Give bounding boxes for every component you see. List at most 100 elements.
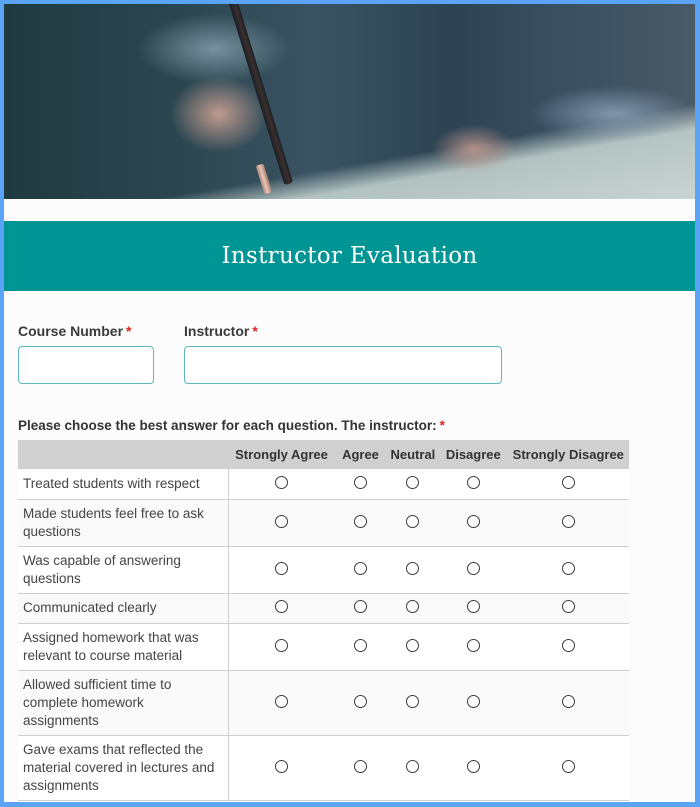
radio-strongly-agree[interactable] bbox=[275, 694, 289, 708]
radio-cell bbox=[439, 623, 508, 671]
row-statement: Communicated clearly bbox=[18, 593, 229, 624]
radio-cell bbox=[386, 469, 440, 500]
radio-cell bbox=[507, 469, 630, 500]
radio-cell bbox=[228, 670, 335, 736]
radio-cell bbox=[439, 593, 508, 624]
radio-agree[interactable] bbox=[354, 759, 367, 773]
radio-strongly-agree[interactable] bbox=[275, 475, 289, 489]
radio-neutral[interactable] bbox=[406, 694, 420, 708]
radio-cell bbox=[386, 593, 440, 624]
radio-cell bbox=[439, 499, 508, 547]
matrix-row: Treated students with respect bbox=[18, 469, 630, 500]
radio-neutral[interactable] bbox=[406, 475, 420, 489]
radio-agree[interactable] bbox=[354, 514, 367, 528]
course-number-input[interactable] bbox=[18, 346, 154, 384]
column-header: Strongly Disagree bbox=[507, 440, 630, 469]
radio-agree[interactable] bbox=[354, 475, 367, 489]
radio-cell bbox=[439, 546, 508, 594]
radio-cell bbox=[507, 735, 630, 801]
radio-strongly-agree[interactable] bbox=[275, 514, 289, 528]
radio-neutral[interactable] bbox=[406, 514, 420, 528]
radio-strongly-disagree[interactable] bbox=[561, 475, 575, 489]
radio-cell bbox=[439, 735, 508, 801]
column-header: Neutral bbox=[386, 440, 440, 469]
radio-cell bbox=[334, 469, 387, 500]
radio-agree[interactable] bbox=[354, 600, 367, 613]
required-asterisk: * bbox=[126, 323, 132, 339]
radio-disagree[interactable] bbox=[466, 638, 480, 652]
radio-cell bbox=[386, 735, 440, 801]
matrix-question-label: Please choose the best answer for each q… bbox=[18, 418, 445, 433]
required-asterisk: * bbox=[252, 323, 258, 339]
row-statement: Gave exams that reflected the material c… bbox=[18, 735, 229, 801]
radio-cell bbox=[228, 735, 335, 801]
radio-cell bbox=[228, 546, 335, 594]
matrix-body: Treated students with respect Made studen… bbox=[18, 469, 630, 801]
radio-strongly-disagree[interactable] bbox=[561, 638, 575, 652]
matrix-question-text: Please choose the best answer for each q… bbox=[18, 418, 437, 433]
radio-cell bbox=[228, 623, 335, 671]
pen-tip-image-detail bbox=[255, 163, 273, 195]
course-number-label: Course Number * bbox=[18, 323, 131, 339]
radio-disagree[interactable] bbox=[466, 600, 480, 613]
radio-strongly-agree[interactable] bbox=[275, 600, 289, 613]
radio-cell bbox=[386, 623, 440, 671]
radio-cell bbox=[334, 593, 387, 624]
radio-strongly-agree[interactable] bbox=[275, 759, 289, 773]
radio-strongly-disagree[interactable] bbox=[561, 759, 575, 773]
radio-cell bbox=[507, 546, 630, 594]
matrix-row: Was capable of answering questions bbox=[18, 546, 630, 594]
column-header: Strongly Agree bbox=[228, 440, 335, 469]
column-header: Disagree bbox=[439, 440, 508, 469]
radio-strongly-disagree[interactable] bbox=[561, 514, 575, 528]
radio-disagree[interactable] bbox=[466, 561, 480, 575]
column-header: Agree bbox=[334, 440, 387, 469]
radio-cell bbox=[228, 593, 335, 624]
radio-cell bbox=[507, 623, 630, 671]
radio-cell bbox=[334, 623, 387, 671]
radio-strongly-disagree[interactable] bbox=[561, 561, 575, 575]
radio-agree[interactable] bbox=[354, 694, 367, 708]
radio-disagree[interactable] bbox=[466, 759, 480, 773]
matrix-header-row: Strongly Agree Agree Neutral Disagree St… bbox=[18, 440, 630, 469]
header-image bbox=[4, 4, 695, 199]
radio-cell bbox=[439, 670, 508, 736]
radio-strongly-disagree[interactable] bbox=[561, 600, 575, 613]
radio-cell bbox=[386, 499, 440, 547]
radio-cell bbox=[439, 469, 508, 500]
radio-agree[interactable] bbox=[354, 638, 367, 652]
instructor-input[interactable] bbox=[184, 346, 502, 384]
instructor-label: Instructor * bbox=[184, 323, 258, 339]
radio-strongly-agree[interactable] bbox=[275, 561, 289, 575]
title-banner: Instructor Evaluation bbox=[4, 221, 695, 291]
radio-cell bbox=[334, 546, 387, 594]
radio-strongly-agree[interactable] bbox=[275, 638, 289, 652]
required-asterisk: * bbox=[439, 418, 445, 433]
radio-cell bbox=[334, 670, 387, 736]
radio-cell bbox=[334, 499, 387, 547]
radio-neutral[interactable] bbox=[406, 759, 420, 773]
radio-cell bbox=[507, 499, 630, 547]
matrix-row: Communicated clearly bbox=[18, 593, 630, 624]
radio-strongly-disagree[interactable] bbox=[561, 694, 575, 708]
radio-cell bbox=[228, 499, 335, 547]
matrix-header-blank bbox=[18, 440, 229, 469]
row-statement: Made students feel free to ask questions bbox=[18, 499, 229, 547]
radio-disagree[interactable] bbox=[466, 514, 480, 528]
matrix-row: Allowed sufficient time to complete home… bbox=[18, 670, 630, 736]
radio-neutral[interactable] bbox=[406, 638, 420, 652]
radio-disagree[interactable] bbox=[466, 694, 480, 708]
matrix-row: Made students feel free to ask questions bbox=[18, 499, 630, 547]
course-number-label-text: Course Number bbox=[18, 323, 124, 339]
row-statement: Was capable of answering questions bbox=[18, 546, 229, 594]
radio-neutral[interactable] bbox=[406, 600, 420, 613]
form-window: Instructor Evaluation Course Number * Ins… bbox=[4, 4, 695, 802]
radio-neutral[interactable] bbox=[406, 561, 420, 575]
radio-agree[interactable] bbox=[354, 561, 367, 575]
radio-cell bbox=[386, 670, 440, 736]
radio-disagree[interactable] bbox=[466, 475, 480, 489]
form-title: Instructor Evaluation bbox=[221, 243, 478, 269]
pen-image-detail bbox=[226, 4, 294, 186]
matrix-row: Assigned homework that was relevant to c… bbox=[18, 623, 630, 671]
radio-cell bbox=[386, 546, 440, 594]
